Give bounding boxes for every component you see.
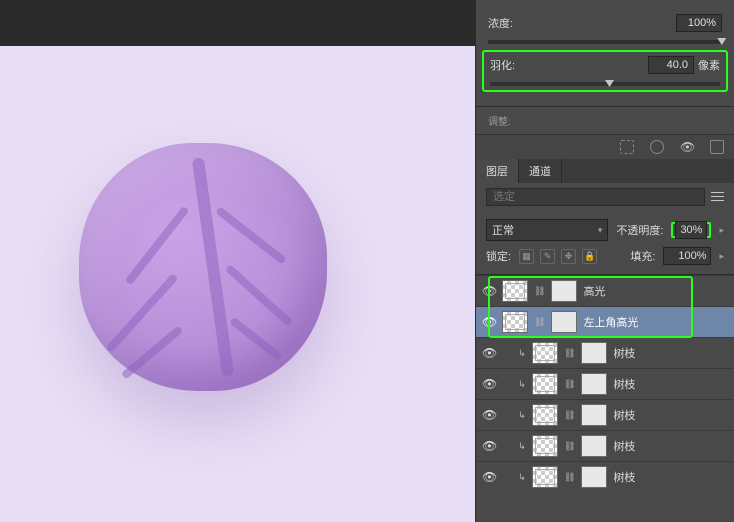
link-icon: ⛓ [534, 286, 545, 297]
lock-label: 锁定: [486, 248, 511, 264]
trash-icon[interactable] [710, 140, 724, 154]
layer-thumbnail[interactable] [502, 311, 528, 333]
visibility-toggle[interactable]: 👁 [482, 408, 496, 422]
link-icon: ⛓ [564, 348, 575, 359]
adjust-label: 调整: [476, 107, 734, 134]
document-canvas[interactable] [0, 46, 475, 522]
blend-mode-value: 正常 [492, 222, 514, 238]
visibility-toggle[interactable]: 👁 [482, 377, 496, 391]
visibility-toggle[interactable]: 👁 [482, 346, 496, 360]
layer-row[interactable]: 👁 ⛓ 左上角高光 [476, 306, 734, 337]
lock-paint-icon[interactable]: ✎ [540, 249, 555, 264]
link-icon: ⛓ [564, 410, 575, 421]
link-icon: ⛓ [534, 317, 545, 328]
layer-name[interactable]: 树枝 [613, 345, 635, 361]
link-icon: ⛓ [564, 441, 575, 452]
selection-icon[interactable] [620, 140, 634, 154]
chevron-down-icon: ▾ [598, 225, 603, 236]
properties-footer [476, 134, 734, 159]
layer-thumbnail[interactable] [532, 342, 558, 364]
side-panels: 浓度: 100% 羽化: 40.0 像素 调整: 图层 [475, 0, 734, 522]
layer-name[interactable]: 树枝 [613, 469, 635, 485]
fill-label: 填充: [630, 248, 655, 264]
density-input[interactable]: 100% [676, 14, 722, 32]
lock-move-icon[interactable]: ✥ [561, 249, 576, 264]
canvas-area [0, 0, 475, 522]
layer-thumbnail[interactable] [532, 373, 558, 395]
blend-mode-select[interactable]: 正常 ▾ [486, 219, 608, 241]
layer-thumbnail[interactable] [532, 435, 558, 457]
clip-indicator-icon: ↳ [518, 472, 526, 483]
layer-search-input[interactable] [486, 188, 705, 206]
tab-layers[interactable]: 图层 [476, 159, 519, 183]
layer-thumbnail[interactable] [532, 466, 558, 488]
visibility-toggle[interactable]: 👁 [482, 439, 496, 453]
density-slider[interactable] [488, 40, 722, 44]
layer-name[interactable]: 左上角高光 [583, 314, 638, 330]
opacity-input[interactable]: 30% [675, 221, 707, 239]
layer-row[interactable]: 👁 ↳ ⛓ 树枝 [476, 399, 734, 430]
feather-slider[interactable] [490, 82, 720, 86]
layer-thumbnail[interactable] [502, 280, 528, 302]
mask-thumbnail[interactable] [581, 435, 607, 457]
feather-row-highlight: 羽化: 40.0 像素 [482, 50, 728, 92]
eye-icon[interactable] [680, 140, 694, 154]
layer-name[interactable]: 高光 [583, 283, 605, 299]
visibility-toggle[interactable]: 👁 [482, 470, 496, 484]
tab-channels[interactable]: 通道 [519, 159, 562, 183]
layer-row[interactable]: 👁 ↳ ⛓ 树枝 [476, 368, 734, 399]
panel-menu-icon[interactable] [711, 192, 724, 203]
link-icon: ⛓ [564, 472, 575, 483]
layer-name[interactable]: 树枝 [613, 376, 635, 392]
fill-input[interactable]: 100% [663, 247, 711, 265]
leaf-artwork [79, 143, 327, 391]
clip-indicator-icon: ↳ [518, 441, 526, 452]
mask-thumbnail[interactable] [551, 311, 577, 333]
feather-label: 羽化: [490, 57, 515, 73]
lock-pixels-icon[interactable]: ▦ [519, 249, 534, 264]
clip-indicator-icon: ↳ [518, 379, 526, 390]
feather-unit: 像素 [698, 57, 720, 73]
visibility-toggle[interactable]: 👁 [482, 284, 496, 298]
layer-list: 👁 ⛓ 高光 👁 ⛓ 左上角高光 👁 ↳ ⛓ 树枝 👁 ↳ ⛓ 树枝 👁 ↳ ⛓ 树枝 👁 ↳ ⛓ 树枝 👁 ↳ ⛓ 树枝 [476, 275, 734, 522]
layer-row[interactable]: 👁 ↳ ⛓ 树枝 [476, 430, 734, 461]
density-label: 浓度: [488, 15, 513, 31]
mask-properties-panel: 浓度: 100% 羽化: 40.0 像素 [476, 0, 734, 107]
layer-row[interactable]: 👁 ⛓ 高光 [476, 275, 734, 306]
mask-thumbnail[interactable] [581, 404, 607, 426]
opacity-label: 不透明度: [616, 222, 663, 238]
layer-name[interactable]: 树枝 [613, 407, 635, 423]
layer-thumbnail[interactable] [532, 404, 558, 426]
clip-indicator-icon: ↳ [518, 348, 526, 359]
mask-thumbnail[interactable] [581, 342, 607, 364]
lock-all-icon[interactable]: 🔒 [582, 249, 597, 264]
mask-icon[interactable] [650, 140, 664, 154]
mask-thumbnail[interactable] [581, 373, 607, 395]
link-icon: ⛓ [564, 379, 575, 390]
mask-thumbnail[interactable] [551, 280, 577, 302]
clip-indicator-icon: ↳ [518, 410, 526, 421]
mask-thumbnail[interactable] [581, 466, 607, 488]
visibility-toggle[interactable]: 👁 [482, 315, 496, 329]
feather-input[interactable]: 40.0 [648, 56, 694, 74]
panel-tabs: 图层 通道 [476, 159, 734, 183]
layer-name[interactable]: 树枝 [613, 438, 635, 454]
layer-row[interactable]: 👁 ↳ ⛓ 树枝 [476, 461, 734, 492]
layer-row[interactable]: 👁 ↳ ⛓ 树枝 [476, 337, 734, 368]
